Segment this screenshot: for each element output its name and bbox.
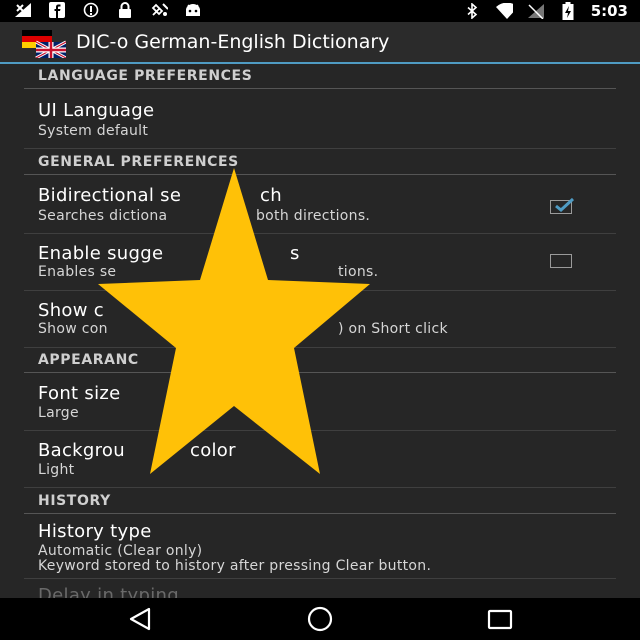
pref-summary: Light — [38, 462, 75, 478]
pref-title: Show c — [38, 300, 104, 321]
pref-summary-secondary: Keyword stored to history after pressing… — [38, 558, 432, 574]
star-icon — [98, 168, 370, 474]
status-icons-left — [14, 2, 202, 18]
pref-title: Delay in typing — [38, 585, 179, 598]
facebook-icon — [48, 2, 66, 18]
category-label: HISTORY — [38, 493, 111, 509]
pref-history-type[interactable]: History type Automatic (Clear only) Keyw… — [24, 516, 616, 579]
app-title: DIC-o German-English Dictionary — [76, 31, 390, 53]
android-icon — [184, 2, 202, 18]
bluetooth-icon — [463, 3, 481, 19]
pref-ui-language[interactable]: UI Language System default — [24, 96, 616, 149]
status-bar: 5:03 — [0, 0, 640, 22]
action-bar: DIC-o German-English Dictionary — [0, 22, 640, 64]
recents-icon[interactable] — [480, 606, 520, 632]
status-icons-right: 5:03 — [463, 2, 628, 20]
wifi-icon — [495, 3, 513, 19]
bidirectional-checkbox[interactable] — [550, 197, 575, 214]
checkmark-icon — [555, 197, 575, 212]
category-history: HISTORY — [24, 489, 616, 514]
home-icon[interactable] — [300, 606, 340, 632]
pref-summary: Automatic (Clear only) — [38, 543, 203, 559]
satellite-icon — [150, 2, 168, 18]
pref-title: History type — [38, 521, 152, 542]
app-flag-icon[interactable] — [22, 28, 67, 60]
suggestions-checkbox[interactable] — [550, 254, 572, 268]
back-icon[interactable] — [120, 606, 160, 632]
cell-signal-icon — [527, 3, 545, 19]
pref-title: UI Language — [38, 100, 155, 121]
sync-icon — [82, 2, 100, 18]
signal-cross-icon — [14, 2, 32, 18]
pref-summary: System default — [38, 123, 149, 139]
battery-icon — [559, 2, 577, 20]
navigation-bar — [0, 598, 640, 640]
category-label: LANGUAGE PREFERENCES — [38, 68, 253, 84]
category-language-preferences: LANGUAGE PREFERENCES — [24, 64, 616, 89]
pref-summary: Large — [38, 405, 79, 421]
lock-icon — [116, 2, 134, 18]
status-time: 5:03 — [590, 2, 628, 20]
pref-delay-in-typing[interactable]: Delay in typing — [24, 579, 616, 598]
